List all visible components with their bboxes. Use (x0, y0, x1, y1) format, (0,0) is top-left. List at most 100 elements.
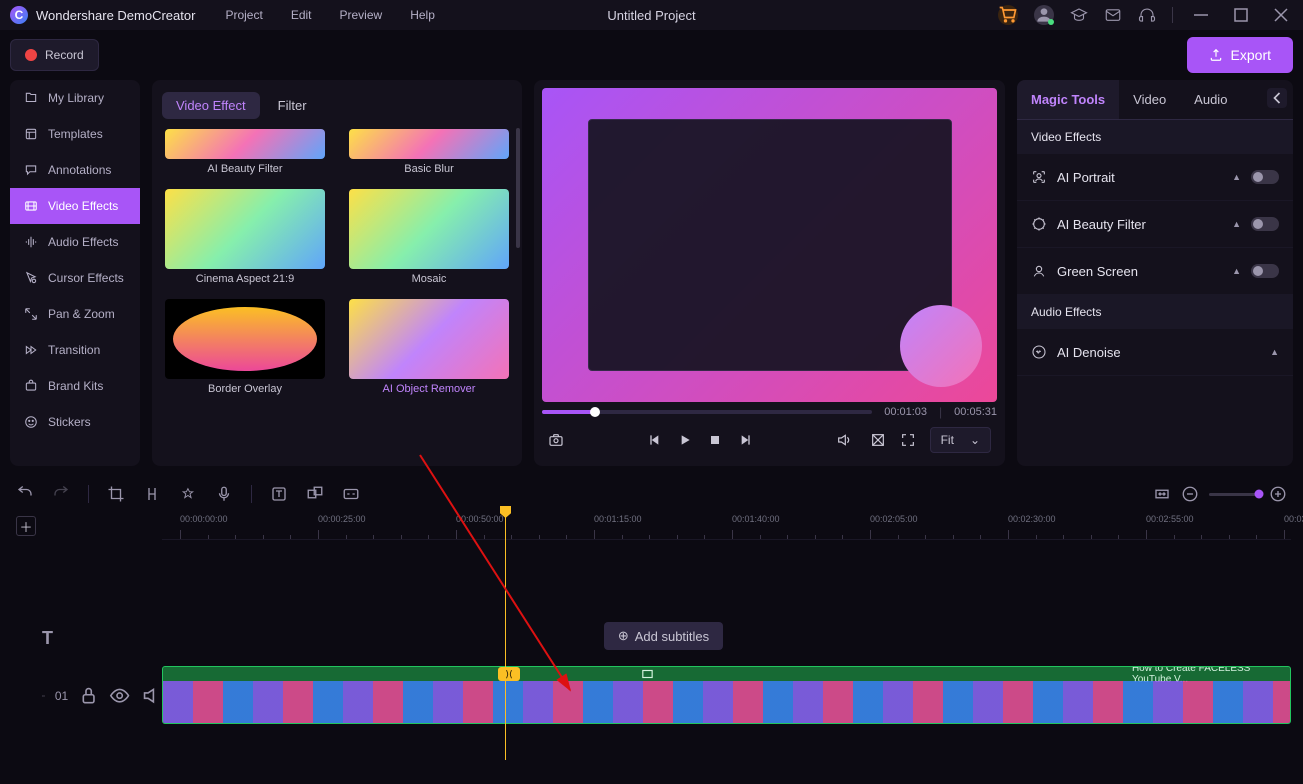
effects-scrollbar[interactable] (516, 128, 520, 248)
fullscreen-icon[interactable] (900, 432, 916, 448)
marker-button[interactable] (179, 485, 197, 503)
sidebar-item-audio-effects[interactable]: Audio Effects (10, 224, 140, 260)
sidebar-item-video-effects[interactable]: Video Effects (10, 188, 140, 224)
menu-preview[interactable]: Preview (340, 8, 383, 22)
pip-webcam-circle (900, 305, 982, 387)
app-logo: C (10, 6, 28, 24)
undo-button[interactable] (16, 485, 34, 503)
prev-frame-icon[interactable] (647, 432, 663, 448)
sidebar-item-transition[interactable]: Transition (10, 332, 140, 368)
sidebar-item-stickers[interactable]: Stickers (10, 404, 140, 440)
eye-icon[interactable] (109, 685, 130, 706)
progress-track[interactable] (542, 410, 872, 414)
video-track-row: 01 How to Create FACELESS YouTube V... ⟩… (36, 666, 1291, 726)
record-button[interactable]: Record (10, 39, 99, 71)
cart-icon[interactable] (998, 5, 1018, 25)
play-icon[interactable] (677, 432, 693, 448)
subtitle-track: T ⊕Add subtitles (36, 614, 1291, 658)
close-button[interactable] (1269, 3, 1293, 27)
text-button[interactable] (270, 485, 288, 503)
menu-edit[interactable]: Edit (291, 8, 312, 22)
split-button[interactable] (143, 485, 161, 503)
sidebar-item-pan-zoom[interactable]: Pan & Zoom (10, 296, 140, 332)
sidebar-label: Brand Kits (48, 379, 103, 393)
add-track-button[interactable]: ＋ (16, 516, 36, 536)
auto-caption-button[interactable] (342, 485, 360, 503)
sidebar-label: Cursor Effects (48, 271, 124, 285)
toggle-ai-portrait[interactable] (1251, 170, 1279, 184)
headphones-icon[interactable] (1138, 6, 1156, 24)
group-button[interactable] (306, 485, 324, 503)
sidebar-item-templates[interactable]: Templates (10, 116, 140, 152)
playhead[interactable] (505, 512, 506, 760)
section-video-effects: Video Effects (1017, 120, 1293, 154)
mute-icon[interactable] (141, 685, 162, 706)
effect-thumbnail (349, 299, 509, 379)
stop-icon[interactable] (707, 432, 723, 448)
chevron-down-icon: ⌄ (970, 433, 980, 447)
chevron-up-icon: ▲ (1232, 266, 1241, 276)
zoom-out-button[interactable] (1181, 485, 1199, 503)
effect-border-overlay[interactable]: Border Overlay (162, 299, 328, 395)
minimize-button[interactable] (1189, 3, 1213, 27)
graduation-icon[interactable] (1070, 6, 1088, 24)
lock-icon[interactable] (78, 685, 99, 706)
prop-ai-denoise[interactable]: AI Denoise ▲ (1017, 329, 1293, 376)
effect-cinema-aspect[interactable]: Cinema Aspect 21:9 (162, 189, 328, 285)
next-frame-icon[interactable] (737, 432, 753, 448)
crop-button[interactable] (107, 485, 125, 503)
safe-zone-icon[interactable] (870, 432, 886, 448)
toggle-ai-beauty[interactable] (1251, 217, 1279, 231)
effect-ai-object-remover[interactable]: AI Object Remover (346, 299, 512, 395)
sidebar-item-library[interactable]: My Library (10, 80, 140, 116)
tab-video[interactable]: Video (1119, 80, 1180, 119)
timeline-ruler[interactable]: 00:00:00:0000:00:25:0000:00:50:0000:01:1… (162, 512, 1291, 540)
zoom-slider[interactable] (1209, 493, 1259, 496)
maximize-button[interactable] (1229, 3, 1253, 27)
tab-audio[interactable]: Audio (1180, 80, 1241, 119)
preview-screen[interactable] (542, 88, 997, 402)
collapse-panel-button[interactable] (1267, 88, 1287, 108)
clip-split-handle[interactable]: ⟩⟨ (498, 667, 520, 681)
effect-ai-beauty-filter[interactable]: AI Beauty Filter (162, 129, 328, 175)
menu-project[interactable]: Project (225, 8, 262, 22)
zoom-fit-button[interactable] (1153, 485, 1171, 503)
video-track-content[interactable]: How to Create FACELESS YouTube V... ⟩⟨ (162, 666, 1291, 726)
green-screen-icon (1031, 263, 1047, 279)
prop-label: AI Denoise (1057, 345, 1260, 360)
snapshot-icon[interactable] (548, 432, 564, 448)
tab-filter[interactable]: Filter (264, 92, 321, 119)
separator (1172, 7, 1173, 23)
ruler-mark: 00:02:05:00 (870, 514, 918, 524)
redo-button[interactable] (52, 485, 70, 503)
sidebar-label: Audio Effects (48, 235, 119, 249)
prop-green-screen[interactable]: Green Screen ▲ (1017, 248, 1293, 295)
zoom-in-button[interactable] (1269, 485, 1287, 503)
video-clip[interactable]: How to Create FACELESS YouTube V... ⟩⟨ (162, 666, 1291, 724)
templates-icon (24, 127, 38, 141)
tab-magic-tools[interactable]: Magic Tools (1017, 80, 1119, 119)
add-subtitles-button[interactable]: ⊕Add subtitles (604, 622, 723, 650)
toggle-green-screen[interactable] (1251, 264, 1279, 278)
mail-icon[interactable] (1104, 6, 1122, 24)
ruler-mark: 00:01:40:00 (732, 514, 780, 524)
preview-progress: 00:01:03 | 00:05:31 (542, 402, 997, 422)
user-icon[interactable] (1034, 5, 1054, 25)
effect-mosaic[interactable]: Mosaic (346, 189, 512, 285)
effect-basic-blur[interactable]: Basic Blur (346, 129, 512, 175)
library-icon (24, 91, 38, 105)
chevron-up-icon: ▲ (1232, 172, 1241, 182)
prop-label: AI Portrait (1057, 170, 1222, 185)
fit-select[interactable]: Fit⌄ (930, 427, 991, 453)
sidebar-item-cursor-effects[interactable]: Cursor Effects (10, 260, 140, 296)
sidebar-item-annotations[interactable]: Annotations (10, 152, 140, 188)
voiceover-button[interactable] (215, 485, 233, 503)
sidebar-item-brand-kits[interactable]: Brand Kits (10, 368, 140, 404)
menu-help[interactable]: Help (410, 8, 435, 22)
prop-ai-portrait[interactable]: AI Portrait ▲ (1017, 154, 1293, 201)
record-dot-icon (25, 49, 37, 61)
prop-ai-beauty-filter[interactable]: AI Beauty Filter ▲ (1017, 201, 1293, 248)
tab-video-effect[interactable]: Video Effect (162, 92, 260, 119)
volume-icon[interactable] (836, 432, 852, 448)
export-button[interactable]: Export (1187, 37, 1293, 73)
